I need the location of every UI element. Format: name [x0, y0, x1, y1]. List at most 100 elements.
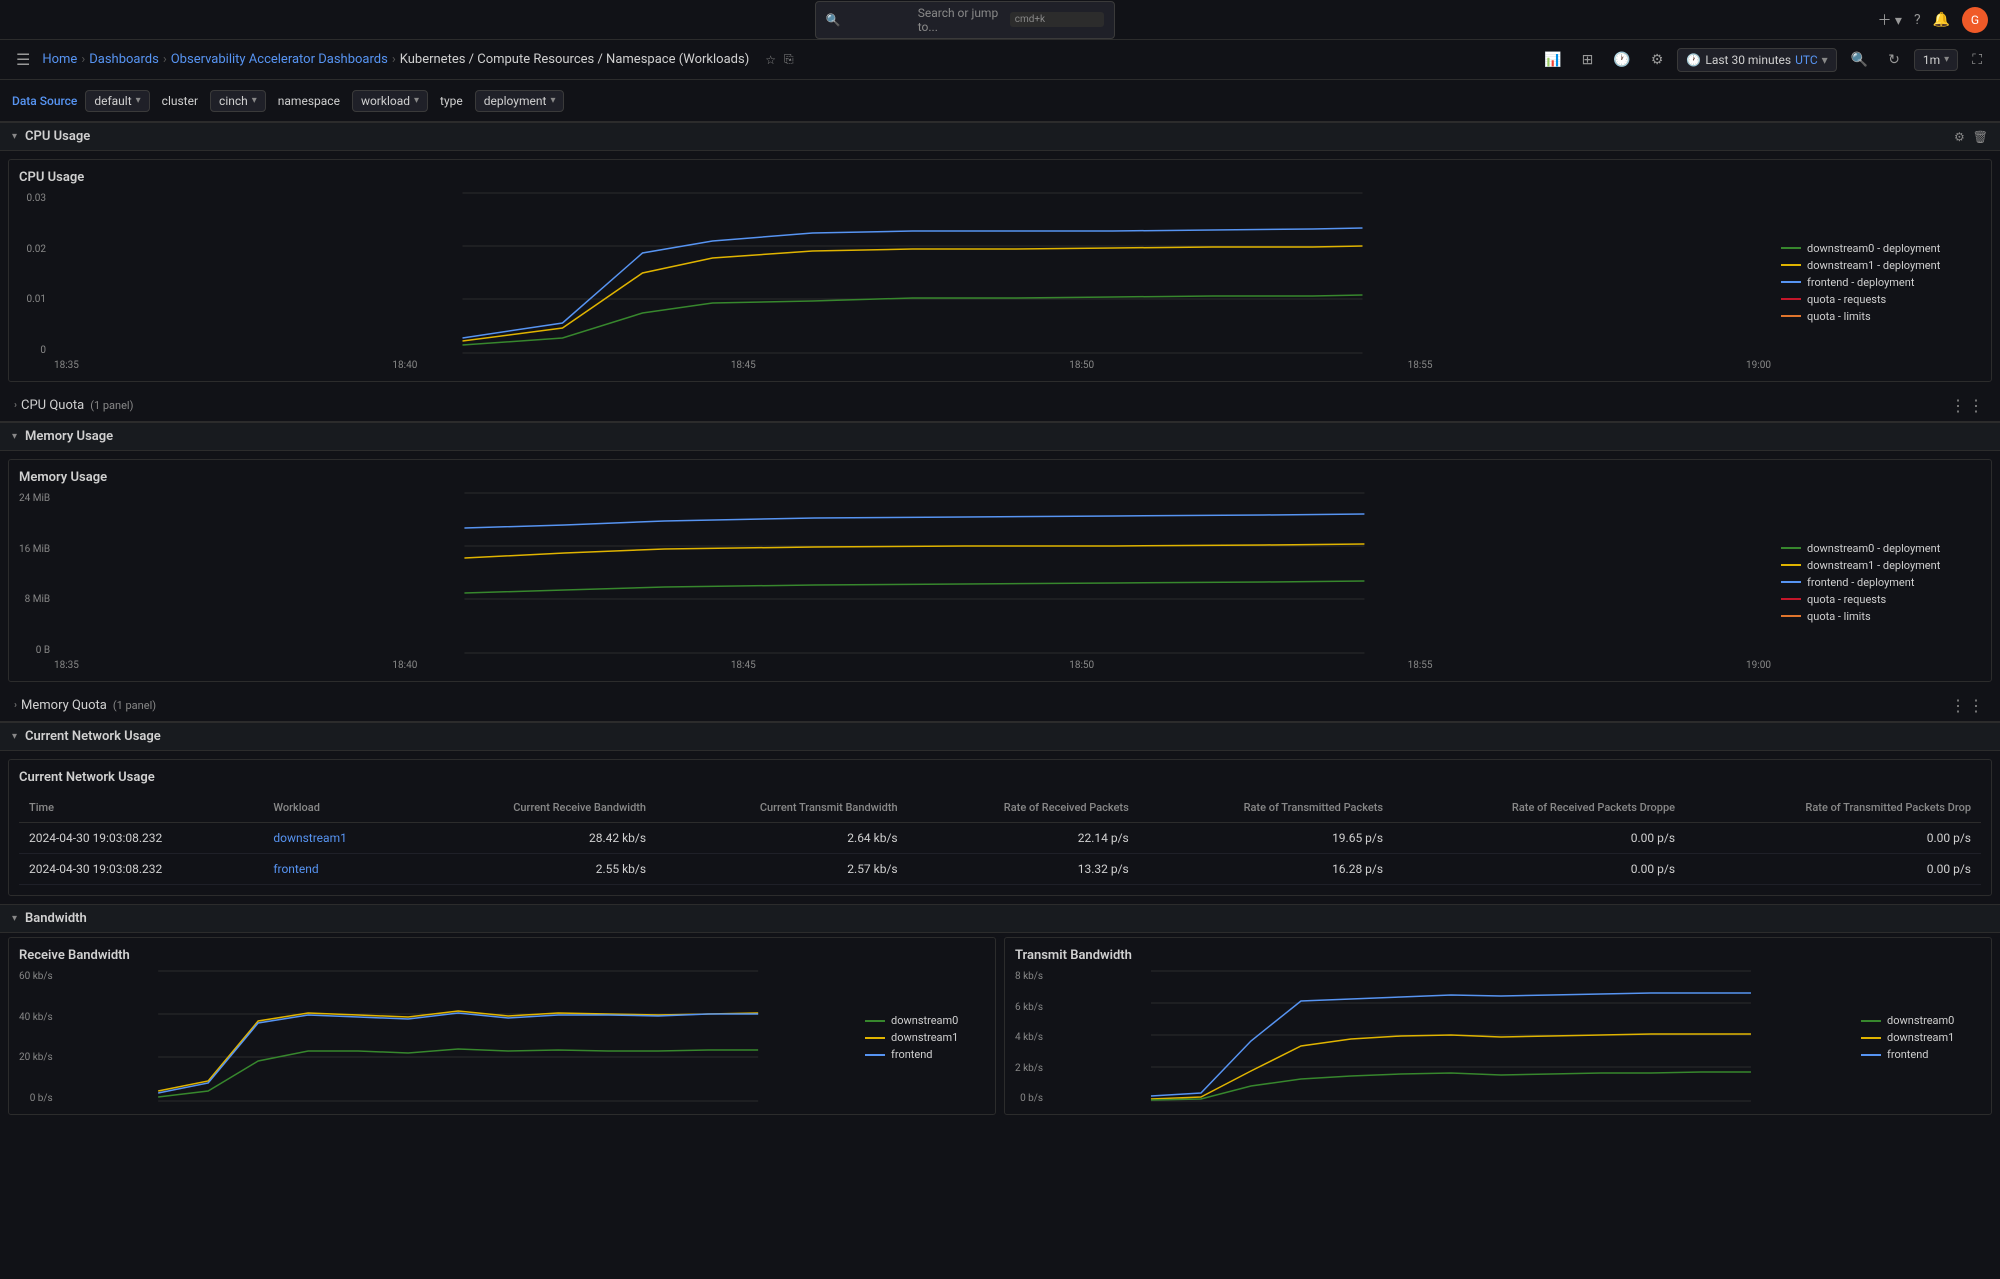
workload-filter[interactable]: workload ▾	[352, 90, 428, 112]
share-icon[interactable]: ⎘	[784, 52, 794, 67]
row1-tx-dropped: 0.00 p/s	[1685, 823, 1981, 854]
expand-icon[interactable]: ⛶	[1966, 48, 1988, 72]
col-transmit-bw: Current Transmit Bandwidth	[656, 793, 908, 823]
settings-icon[interactable]: ⚙	[1645, 48, 1670, 72]
cpu-chart-svg	[54, 193, 1771, 353]
transmit-bw-svg	[1051, 971, 1851, 1101]
recv-legend-downstream1: downstream1	[865, 1031, 985, 1044]
receive-bw-svg	[61, 971, 855, 1101]
search-box[interactable]: 🔍 Search or jump to... cmd+k	[815, 1, 1115, 39]
bar-chart-icon[interactable]: 📊	[1538, 48, 1567, 72]
row1-tx-packets: 19.65 p/s	[1139, 823, 1393, 854]
row2-transmit-bw: 2.57 kb/s	[656, 854, 908, 885]
transmit-bw-chart-inner	[1051, 971, 1851, 1104]
trans-legend-frontend: frontend	[1861, 1048, 1981, 1061]
cinch-filter[interactable]: cinch ▾	[210, 90, 266, 112]
cpu-usage-icons: ⚙ 🗑	[1954, 130, 1988, 144]
cpu-legend-frontend: frontend - deployment	[1781, 276, 1981, 289]
cpu-quota-dots-menu[interactable]: ⋮⋮	[1950, 396, 1986, 415]
breadcrumb: Home › Dashboards › Observability Accele…	[42, 52, 749, 67]
transmit-bw-title: Transmit Bandwidth	[1015, 948, 1981, 963]
network-table: Time Workload Current Receive Bandwidth …	[19, 793, 1981, 885]
filter-bar: Data Source default ▾ cluster cinch ▾ na…	[0, 80, 2000, 122]
row2-time: 2024-04-30 19:03:08.232	[19, 854, 263, 885]
memory-usage-title: Memory Usage	[25, 429, 113, 444]
cpu-quota-section[interactable]: › CPU Quota (1 panel) ⋮⋮	[0, 390, 2000, 422]
row2-tx-dropped: 0.00 p/s	[1685, 854, 1981, 885]
bandwidth-section-header[interactable]: ▾ Bandwidth	[0, 904, 2000, 933]
memory-quota-subtitle: (1 panel)	[113, 699, 156, 712]
question-icon[interactable]: ?	[1914, 12, 1921, 28]
cpu-quota-subtitle: (1 panel)	[90, 399, 133, 412]
default-caret: ▾	[136, 95, 141, 106]
receive-bw-chart-area: 60 kb/s 40 kb/s 20 kb/s 0 b/s	[19, 971, 855, 1104]
memory-quota-section[interactable]: › Memory Quota (1 panel) ⋮⋮	[0, 690, 2000, 722]
col-time: Time	[19, 793, 263, 823]
trans-legend-downstream0: downstream0	[1861, 1014, 1981, 1027]
trans-legend-downstream1: downstream1	[1861, 1031, 1981, 1044]
row2-tx-packets: 16.28 p/s	[1139, 854, 1393, 885]
trans-line-d0	[1861, 1020, 1881, 1022]
star-icon[interactable]: ☆	[765, 53, 776, 67]
recv-line-d1	[865, 1037, 885, 1039]
mem-legend-downstream1: downstream1 - deployment	[1781, 559, 1981, 572]
refresh-interval[interactable]: 1m ▾	[1914, 49, 1958, 71]
cpu-chart-area: 0.03 0.02 0.01 0	[19, 193, 1771, 371]
menu-icon[interactable]: ☰	[12, 46, 34, 73]
memory-chart-area: 24 MiB 16 MiB 8 MiB 0 B	[19, 493, 1771, 671]
nav-right: 📊 ⊞ 🕐 ⚙ 🕐 Last 30 minutes UTC ▾ 🔍 ↻ 1m ▾…	[1538, 48, 1988, 72]
cluster-label: cluster	[158, 91, 202, 111]
plus-icon[interactable]: ＋ ▾	[1877, 10, 1902, 30]
col-tx-dropped: Rate of Transmitted Packets Drop	[1685, 793, 1981, 823]
network-table-container: Time Workload Current Receive Bandwidth …	[19, 793, 1981, 885]
cpu-legend-line-quota-lim	[1781, 315, 1801, 317]
default-filter[interactable]: default ▾	[85, 90, 149, 112]
memory-usage-chevron: ▾	[12, 431, 17, 442]
deployment-filter[interactable]: deployment ▾	[475, 90, 565, 112]
network-panel-title: Current Network Usage	[19, 770, 1981, 785]
memory-quota-chevron: ›	[14, 700, 17, 711]
user-avatar[interactable]: G	[1962, 7, 1988, 33]
time-range-picker[interactable]: 🕐 Last 30 minutes UTC ▾	[1677, 48, 1836, 72]
transmit-bandwidth-panel: Transmit Bandwidth 8 kb/s 6 kb/s 4 kb/s …	[1004, 937, 1992, 1115]
cpu-chart-inner	[54, 193, 1771, 356]
memory-usage-section-header[interactable]: ▾ Memory Usage	[0, 422, 2000, 451]
cpu-legend-line-downstream0	[1781, 247, 1801, 249]
memory-chart-with-legend: 24 MiB 16 MiB 8 MiB 0 B	[19, 493, 1981, 671]
table-row: 2024-04-30 19:03:08.232 downstream1 28.4…	[19, 823, 1981, 854]
add-panel-icon[interactable]: ⊞	[1576, 48, 1600, 72]
cpu-settings-icon[interactable]: ⚙	[1954, 130, 1965, 144]
bandwidth-row: Receive Bandwidth 60 kb/s 40 kb/s 20 kb/…	[4, 933, 1996, 1119]
cpu-usage-section-header[interactable]: ▾ CPU Usage ⚙ 🗑	[0, 122, 2000, 151]
breadcrumb-dashboards[interactable]: Dashboards	[89, 52, 159, 67]
time-range-icon: 🕐	[1686, 53, 1701, 67]
data-source-label[interactable]: Data Source	[12, 94, 77, 108]
recv-line-d0	[865, 1020, 885, 1022]
row1-workload: downstream1	[263, 823, 412, 854]
cpu-legend-quota-req: quota - requests	[1781, 293, 1981, 306]
top-right-icons: ＋ ▾ ? 🔔 G	[1877, 7, 1988, 33]
col-receive-bw: Current Receive Bandwidth	[412, 793, 656, 823]
network-panel: Current Network Usage Time Workload Curr…	[8, 759, 1992, 896]
bandwidth-title: Bandwidth	[25, 911, 87, 926]
breadcrumb-sep3: ›	[392, 52, 396, 67]
memory-quota-dots-menu[interactable]: ⋮⋮	[1950, 696, 1986, 715]
top-search-bar: 🔍 Search or jump to... cmd+k ＋ ▾ ? 🔔 G	[0, 0, 2000, 40]
refresh-caret: ▾	[1944, 54, 1949, 65]
transmit-bw-chart-area: 8 kb/s 6 kb/s 4 kb/s 2 kb/s 0 b/s	[1015, 971, 1851, 1104]
clock-icon[interactable]: 🕐	[1607, 48, 1636, 72]
cpu-delete-icon[interactable]: 🗑	[1973, 130, 1988, 144]
frontend-link[interactable]: frontend	[273, 862, 318, 876]
mem-line-quota-lim	[1781, 615, 1801, 617]
refresh-icon[interactable]: ↻	[1882, 48, 1906, 72]
breadcrumb-home[interactable]: Home	[42, 52, 77, 67]
breadcrumb-observability[interactable]: Observability Accelerator Dashboards	[171, 52, 388, 67]
transmit-bw-y-axis: 8 kb/s 6 kb/s 4 kb/s 2 kb/s 0 b/s	[1015, 971, 1051, 1104]
network-section-header[interactable]: ▾ Current Network Usage	[0, 722, 2000, 751]
cpu-y-axis: 0.03 0.02 0.01 0	[19, 193, 54, 356]
row1-time: 2024-04-30 19:03:08.232	[19, 823, 263, 854]
downstream1-link[interactable]: downstream1	[273, 831, 347, 845]
zoom-out-icon[interactable]: 🔍	[1845, 48, 1874, 72]
bell-icon[interactable]: 🔔	[1933, 12, 1950, 28]
nav-bar: ☰ Home › Dashboards › Observability Acce…	[0, 40, 2000, 80]
